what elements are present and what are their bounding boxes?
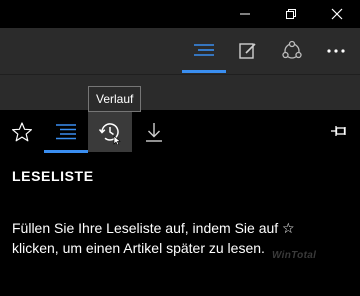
restore-icon	[285, 8, 297, 20]
reading-list-heading: LESELISTE	[12, 168, 94, 184]
hub-active-indicator	[182, 70, 226, 73]
close-icon	[331, 8, 343, 20]
minimize-button[interactable]	[222, 0, 268, 28]
watermark-logo: WinTotal	[272, 250, 317, 261]
more-button[interactable]	[314, 28, 358, 74]
pin-icon	[330, 124, 348, 138]
hub-button[interactable]	[182, 28, 226, 74]
reading-list-active-indicator	[44, 150, 88, 153]
downloads-icon	[144, 121, 164, 143]
title-bar	[0, 0, 360, 28]
close-button[interactable]	[314, 0, 360, 28]
tab-favorites[interactable]	[0, 112, 44, 152]
tab-reading-list[interactable]	[44, 112, 88, 152]
history-tooltip: Verlauf	[88, 86, 142, 112]
more-icon	[326, 48, 346, 54]
favorites-star-icon	[11, 121, 33, 143]
share-button[interactable]	[270, 28, 314, 74]
history-icon	[97, 119, 123, 145]
web-note-icon	[239, 42, 257, 60]
hub-icon	[193, 42, 215, 60]
share-icon	[281, 40, 303, 62]
web-note-button[interactable]	[226, 28, 270, 74]
restore-button[interactable]	[268, 0, 314, 28]
reading-list-empty-message: Füllen Sie Ihre Leseliste auf, indem Sie…	[12, 220, 295, 256]
minimize-icon	[239, 8, 251, 20]
address-bar[interactable]	[0, 74, 360, 111]
reading-list-icon	[55, 122, 77, 142]
browser-toolbar	[0, 28, 360, 74]
tab-history[interactable]	[88, 112, 132, 152]
tab-downloads[interactable]	[132, 112, 176, 152]
pin-hub-button[interactable]	[322, 114, 356, 148]
